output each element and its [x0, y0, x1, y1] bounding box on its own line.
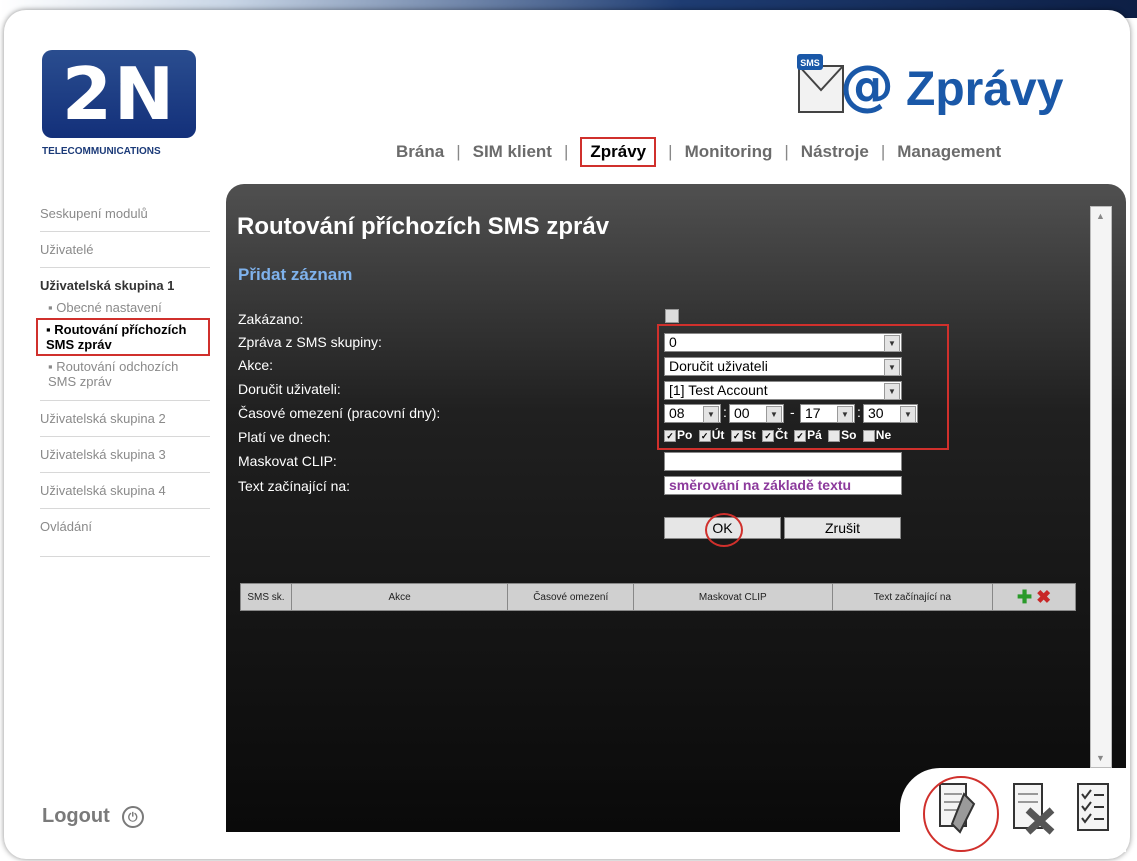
sidebar-item-uzivatele[interactable]: Uživatelé — [40, 232, 210, 268]
disabled-checkbox[interactable] — [665, 309, 679, 323]
module-title: Zprávy — [906, 63, 1064, 116]
label-disabled: Zakázano: — [238, 311, 304, 327]
checklist-icon[interactable] — [1070, 780, 1118, 836]
section-title: Přidat záznam — [238, 265, 353, 284]
ok-highlight-circle — [705, 513, 743, 547]
col-action: Akce — [292, 584, 509, 610]
cancel-button[interactable]: Zrušit — [784, 517, 901, 539]
label-deliver-user: Doručit uživateli: — [238, 381, 341, 397]
add-row-icon[interactable]: ✚ — [1017, 587, 1032, 608]
text-starts-input[interactable]: směrování na základě textu — [664, 476, 902, 495]
label-text-starts: Text začínající na: — [238, 478, 351, 494]
delete-document-icon[interactable] — [1008, 780, 1056, 836]
sidebar-item-seskupeni[interactable]: Seskupení modulů — [40, 196, 210, 232]
col-actions: ✚ ✖ — [993, 584, 1075, 610]
scroll-down-icon[interactable]: ▼ — [1096, 753, 1105, 763]
sidebar-sub-routovani-prichozich[interactable]: ▪ Routování příchozích SMS zpráv — [36, 318, 210, 356]
nav-management[interactable]: Management — [897, 142, 1001, 162]
sidebar-group-3[interactable]: Uživatelská skupina 3 — [40, 437, 210, 473]
nav-brana[interactable]: Brána — [396, 142, 444, 162]
sidebar-group-1-block: Uživatelská skupina 1 ▪ Obecné nastavení… — [36, 268, 210, 401]
delete-row-icon[interactable]: ✖ — [1036, 587, 1051, 608]
sidebar-group-2[interactable]: Uživatelská skupina 2 — [40, 401, 210, 437]
brand-logo[interactable]: 2N — [42, 50, 196, 142]
highlight-box — [657, 324, 949, 450]
power-icon: ⏻ — [121, 805, 144, 828]
sidebar-group-1[interactable]: Uživatelská skupina 1 — [40, 268, 210, 297]
sidebar-sub-obecne[interactable]: ▪ Obecné nastavení — [40, 297, 210, 318]
logo-box: 2N — [42, 50, 196, 138]
col-time-limit: Časové omezení — [508, 584, 635, 610]
label-time-limit: Časové omezení (pracovní dny): — [238, 405, 441, 421]
at-sign-icon: @ — [840, 54, 891, 117]
vertical-scrollbar[interactable]: ▲ ▼ — [1090, 206, 1112, 768]
logo-subtitle: TELECOMMUNICATIONS — [42, 146, 161, 157]
scroll-up-icon[interactable]: ▲ — [1096, 211, 1105, 221]
sms-envelope-icon: SMS @ — [797, 54, 891, 117]
logo-text: 2N — [61, 52, 177, 136]
svg-text:SMS: SMS — [800, 58, 820, 68]
label-action: Akce: — [238, 357, 274, 373]
nav-separator: | — [456, 142, 461, 161]
nav-separator: | — [880, 142, 886, 161]
nav-nastroje[interactable]: Nástroje — [801, 142, 869, 162]
logout-label: Logout — [42, 805, 110, 827]
main-nav: Brána | SIM klient | Zprávy | Monitoring… — [396, 134, 1001, 170]
sidebar-group-4[interactable]: Uživatelská skupina 4 — [40, 473, 210, 509]
edit-highlight-circle — [923, 776, 999, 852]
nav-zpravy[interactable]: Zprávy — [580, 137, 657, 167]
label-valid-days: Platí ve dnech: — [238, 429, 331, 445]
mask-clip-input[interactable] — [664, 452, 902, 471]
sidebar-sub-routovani-odchozich[interactable]: ▪ Routování odchozích SMS zpráv — [40, 356, 210, 392]
page-title: Routování příchozích SMS zpráv — [237, 213, 610, 240]
logout-button[interactable]: Logout ⏻ — [42, 805, 144, 828]
nav-separator: | — [563, 142, 569, 161]
nav-monitoring[interactable]: Monitoring — [685, 142, 773, 162]
col-text-starts: Text začínající na — [833, 584, 994, 610]
content-panel — [226, 184, 1126, 832]
label-mask-clip: Maskovat CLIP: — [238, 453, 337, 469]
nav-separator: | — [668, 142, 673, 161]
col-sms-group: SMS sk. — [241, 584, 292, 610]
nav-separator: | — [784, 142, 789, 161]
col-mask-clip: Maskovat CLIP — [634, 584, 833, 610]
sidebar: Seskupení modulů Uživatelé Uživatelská s… — [36, 196, 210, 557]
sidebar-item-ovladani[interactable]: Ovládání — [40, 509, 210, 557]
nav-sim-klient[interactable]: SIM klient — [473, 142, 552, 162]
label-from-group: Zpráva z SMS skupiny: — [238, 334, 382, 350]
routing-table-header: SMS sk. Akce Časové omezení Maskovat CLI… — [240, 583, 1076, 611]
